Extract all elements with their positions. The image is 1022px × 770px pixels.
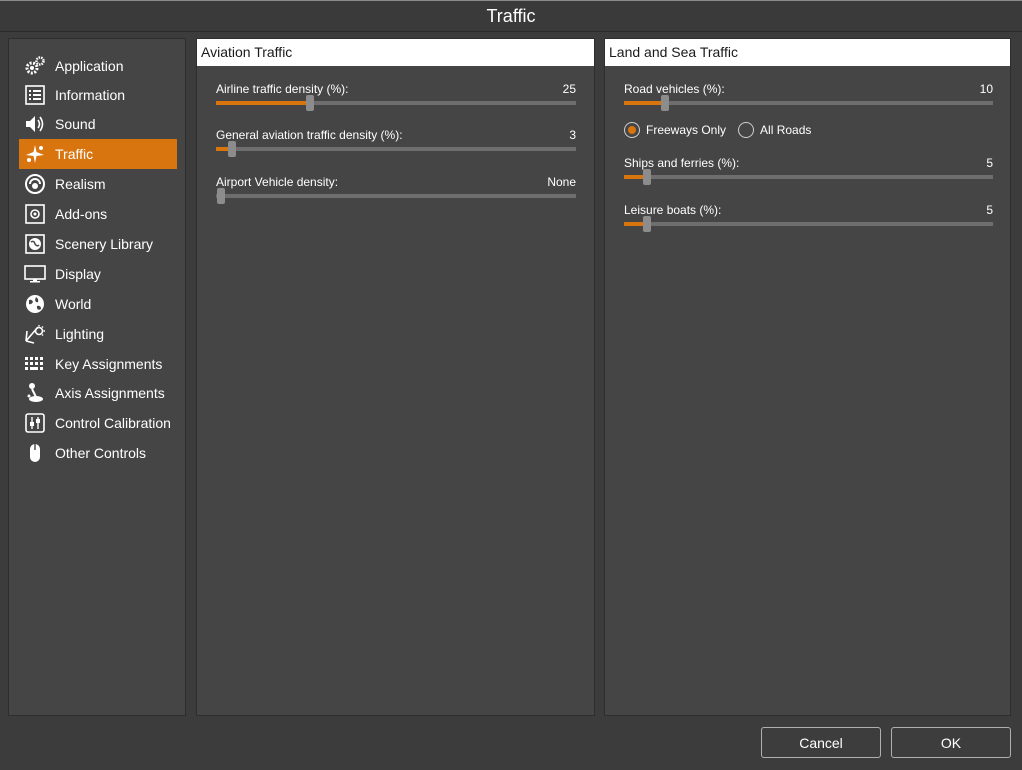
speaker-icon (23, 112, 47, 136)
sidebar-item-add-ons[interactable]: Add-ons (19, 199, 177, 229)
sidebar-item-label: Traffic (55, 146, 94, 162)
airport-vehicle-density-setting: Airport Vehicle density: None (216, 175, 576, 205)
sidebar-item-label: Scenery Library (55, 236, 154, 252)
road-vehicles-setting: Road vehicles (%): 10 (624, 82, 993, 112)
airline-density-setting: Airline traffic density (%): 25 (216, 82, 576, 112)
joystick-icon (23, 381, 47, 405)
road-vehicles-label: Road vehicles (%): (624, 82, 725, 96)
sidebar-item-axis-assignments[interactable]: Axis Assignments (19, 378, 177, 408)
sidebar-item-key-assignments[interactable]: Key Assignments (19, 349, 177, 379)
panel-header: Land and Sea Traffic (605, 39, 1010, 66)
aviation-traffic-panel: Aviation Traffic Airline traffic density… (196, 38, 595, 716)
leisure-boats-setting: Leisure boats (%): 5 (624, 203, 993, 233)
slider-thumb[interactable] (643, 169, 652, 185)
road-vehicles-value: 10 (979, 82, 993, 96)
radio-circle (624, 122, 640, 138)
sidebar: Application Information Sound Traffic Re… (8, 38, 186, 716)
road-mode-radio-group: Freeways Only All Roads (624, 122, 823, 138)
airline-density-slider[interactable] (216, 95, 576, 111)
traffic-icon (23, 142, 47, 166)
cancel-button[interactable]: Cancel (761, 727, 881, 758)
radio-selected-dot (628, 126, 636, 134)
sidebar-item-traffic[interactable]: Traffic (19, 139, 177, 169)
leisure-boats-slider[interactable] (624, 216, 993, 232)
general-aviation-density-setting: General aviation traffic density (%): 3 (216, 128, 576, 158)
sidebar-item-lighting[interactable]: Lighting (19, 319, 177, 349)
land-sea-traffic-panel: Land and Sea Traffic Road vehicles (%): … (604, 38, 1011, 716)
keyboard-icon (23, 352, 47, 376)
sidebar-item-label: Lighting (55, 326, 105, 342)
all-roads-label: All Roads (760, 123, 812, 137)
leisure-boats-value: 5 (986, 203, 993, 217)
addons-icon (23, 202, 47, 226)
freeways-only-radio[interactable]: Freeways Only (624, 122, 726, 138)
sidebar-item-label: Other Controls (55, 445, 147, 461)
freeways-only-label: Freeways Only (646, 123, 727, 137)
sidebar-item-other-controls[interactable]: Other Controls (19, 438, 177, 468)
sidebar-item-label: Key Assignments (55, 356, 163, 372)
sidebar-item-label: Application (55, 58, 124, 74)
ships-ferries-slider[interactable] (624, 169, 993, 185)
airline-density-label: Airline traffic density (%): (216, 82, 349, 96)
slider-thumb[interactable] (217, 188, 225, 204)
panel-header: Aviation Traffic (197, 39, 594, 66)
slider-thumb[interactable] (643, 216, 652, 232)
gears-icon (23, 54, 47, 78)
airport-vehicle-density-slider[interactable] (216, 188, 576, 204)
sidebar-item-label: Add-ons (55, 206, 108, 222)
ships-ferries-setting: Ships and ferries (%): 5 (624, 156, 993, 186)
globe-icon (23, 292, 47, 316)
sidebar-item-label: Information (55, 87, 126, 103)
sidebar-item-label: Control Calibration (55, 415, 171, 431)
slider-fill (624, 101, 666, 105)
window-title: Traffic (0, 0, 1022, 32)
mouse-icon (23, 441, 47, 465)
sidebar-item-world[interactable]: World (19, 289, 177, 319)
airport-vehicle-density-label: Airport Vehicle density: (216, 175, 339, 189)
slider-thumb[interactable] (661, 95, 670, 111)
slider-thumb[interactable] (305, 95, 314, 111)
general-aviation-density-value: 3 (569, 128, 576, 142)
ships-ferries-value: 5 (986, 156, 993, 170)
sidebar-item-control-calibration[interactable]: Control Calibration (19, 408, 177, 438)
sidebar-item-sound[interactable]: Sound (19, 109, 177, 139)
airline-density-value: 25 (562, 82, 576, 96)
general-aviation-density-label: General aviation traffic density (%): (216, 128, 403, 142)
sidebar-item-realism[interactable]: Realism (19, 169, 177, 199)
slider-thumb[interactable] (227, 141, 236, 157)
realism-icon (23, 172, 47, 196)
sliders-icon (23, 411, 47, 435)
sidebar-item-label: Realism (55, 176, 106, 192)
sidebar-item-information[interactable]: Information (19, 80, 177, 110)
ships-ferries-label: Ships and ferries (%): (624, 156, 740, 170)
monitor-icon (23, 262, 47, 286)
sidebar-item-label: Display (55, 266, 101, 282)
sidebar-item-scenery-library[interactable]: Scenery Library (19, 229, 177, 259)
radio-circle (738, 122, 755, 138)
scenery-icon (23, 232, 47, 256)
road-vehicles-slider[interactable] (624, 95, 993, 111)
sidebar-item-display[interactable]: Display (19, 259, 177, 289)
airport-vehicle-density-value: None (547, 175, 576, 189)
all-roads-radio[interactable]: All Roads (738, 122, 811, 138)
list-icon (23, 83, 47, 107)
leisure-boats-label: Leisure boats (%): (624, 203, 722, 217)
sidebar-item-label: World (55, 296, 92, 312)
sidebar-item-label: Sound (55, 116, 96, 132)
general-aviation-density-slider[interactable] (216, 141, 576, 157)
slider-fill (216, 101, 310, 105)
sidebar-item-application[interactable]: Application (19, 51, 177, 81)
sidebar-item-label: Axis Assignments (55, 385, 165, 401)
lighting-icon (23, 322, 47, 346)
ok-button[interactable]: OK (891, 727, 1011, 758)
